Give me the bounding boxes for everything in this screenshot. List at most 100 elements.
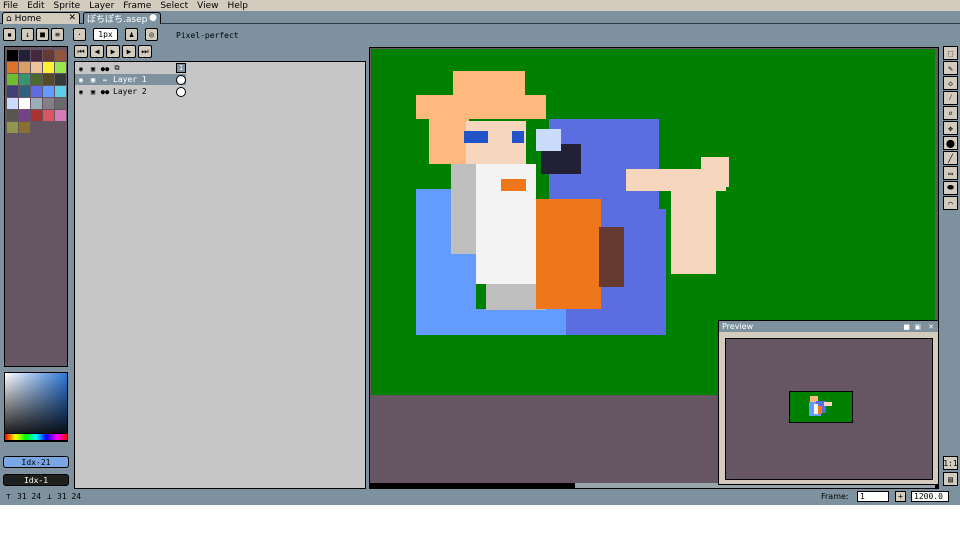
palette-swatch[interactable]: [31, 62, 42, 73]
preview-title[interactable]: Preview ■ ▣ ✕: [719, 321, 938, 332]
modified-dot-icon[interactable]: ●: [149, 13, 157, 23]
background-color-button[interactable]: Idx-1: [3, 474, 69, 486]
next-frame-button[interactable]: ▶: [122, 45, 136, 58]
layer-row-layer-1[interactable]: ◉ ▣ ↔ Layer 1: [75, 74, 186, 85]
pin-icon[interactable]: ■: [903, 323, 910, 331]
hue-slider[interactable]: [4, 433, 68, 441]
palette-swatch[interactable]: [19, 62, 30, 73]
palette-swatch[interactable]: [19, 98, 30, 109]
lock-icon[interactable]: ▣: [87, 86, 99, 97]
palette-swatch[interactable]: [43, 98, 54, 109]
palette-swatch[interactable]: [7, 86, 18, 97]
palette-swatch[interactable]: [31, 98, 42, 109]
palette-swatch[interactable]: [43, 50, 54, 61]
eye-icon[interactable]: ◉: [75, 63, 87, 74]
layer-row-layer-2[interactable]: ◉ ▣ ●● Layer 2: [75, 86, 186, 97]
last-frame-button[interactable]: ⏭: [138, 45, 152, 58]
lock-icon[interactable]: ▣: [87, 63, 99, 74]
cel-layer-2[interactable]: [176, 87, 186, 97]
palette-swatch[interactable]: [55, 62, 66, 73]
timeline-toggle-icon[interactable]: ▤: [943, 472, 958, 486]
palette-swatch[interactable]: [43, 86, 54, 97]
color-spectrum[interactable]: [4, 372, 68, 442]
preview-window[interactable]: Preview ■ ▣ ✕: [718, 320, 939, 485]
palette-swatch[interactable]: [31, 50, 42, 61]
menu-help[interactable]: Help: [227, 1, 248, 11]
lock-icon[interactable]: ▣: [87, 74, 99, 85]
ellipse-tool-icon[interactable]: ⬬: [943, 181, 958, 195]
menu-sprite[interactable]: Sprite: [54, 1, 81, 11]
palette-swatch[interactable]: [19, 86, 30, 97]
menu-layer[interactable]: Layer: [89, 1, 114, 11]
palette-swatch[interactable]: [43, 74, 54, 85]
eraser-tool-icon[interactable]: ◇: [943, 76, 958, 90]
previous-frame-button[interactable]: ◀: [90, 45, 104, 58]
palette-swatch[interactable]: [55, 50, 66, 61]
palette-swatch[interactable]: [55, 74, 66, 85]
ink-icon[interactable]: ♟: [125, 28, 138, 41]
palette-swatch[interactable]: [7, 74, 18, 85]
palette-swatch[interactable]: [31, 86, 42, 97]
palette-swatch[interactable]: [7, 62, 18, 73]
move-tool-icon[interactable]: ✥: [943, 121, 958, 135]
tab-home[interactable]: ⌂ Home ✕: [2, 12, 80, 24]
pixel-perfect-label[interactable]: Pixel-perfect: [176, 31, 239, 40]
add-frame-icon[interactable]: +: [895, 491, 906, 502]
preview-viewport[interactable]: [725, 338, 933, 480]
menu-select[interactable]: Select: [160, 1, 188, 11]
layers-icon[interactable]: ⧉: [111, 63, 123, 74]
square-icon[interactable]: ■: [36, 28, 49, 41]
link-icon[interactable]: ●●: [99, 63, 111, 74]
eye-icon[interactable]: ◉: [75, 74, 87, 85]
play-button[interactable]: ▶: [106, 45, 120, 58]
first-frame-button[interactable]: ⏮: [74, 45, 88, 58]
continuous-icon[interactable]: ●●: [99, 86, 111, 97]
blur-tool-icon[interactable]: ⌒: [943, 196, 958, 210]
zoom-tool-icon[interactable]: ⌕: [943, 106, 958, 120]
palette-swatch[interactable]: [55, 110, 66, 121]
menu-file[interactable]: File: [3, 1, 18, 11]
palette-swatch[interactable]: [31, 110, 42, 121]
layer-row-group[interactable]: ◉ ▣ ●● ⧉: [75, 63, 186, 74]
palette-swatch[interactable]: [19, 74, 30, 85]
menu-icon[interactable]: ≡: [51, 28, 64, 41]
maximize-icon[interactable]: ▣: [914, 323, 921, 331]
continuous-icon[interactable]: ↔: [99, 74, 111, 85]
palette-swatch[interactable]: [55, 98, 66, 109]
palette-swatch[interactable]: [43, 110, 54, 121]
close-icon[interactable]: ✕: [68, 13, 76, 23]
palette-swatch[interactable]: [7, 98, 18, 109]
palette-swatch[interactable]: [19, 50, 30, 61]
rectangle-tool-icon[interactable]: ▭: [943, 166, 958, 180]
tab-file[interactable]: ぽちぽち.asep ●: [83, 12, 161, 25]
zoom-1to1-icon[interactable]: 1:1: [943, 456, 958, 470]
palette-swatch[interactable]: [55, 86, 66, 97]
palette-swatch[interactable]: [43, 62, 54, 73]
menu-frame[interactable]: Frame: [123, 1, 151, 11]
foreground-color-button[interactable]: Idx-21: [3, 456, 69, 468]
brush-type-button[interactable]: ·: [73, 28, 86, 41]
close-icon[interactable]: ✕: [928, 323, 934, 331]
palette-swatch[interactable]: [19, 110, 30, 121]
marquee-tool-icon[interactable]: ⬚: [943, 46, 958, 60]
menu-edit[interactable]: Edit: [27, 1, 44, 11]
download-icon[interactable]: ↓: [21, 28, 34, 41]
eye-icon[interactable]: ◉: [75, 86, 87, 97]
menu-view[interactable]: View: [197, 1, 218, 11]
palette-swatch[interactable]: [7, 50, 18, 61]
frame-header[interactable]: 1: [176, 63, 186, 73]
palette-swatch[interactable]: [19, 122, 30, 133]
fill-tool-icon[interactable]: ⬤: [943, 136, 958, 150]
palette-swatch[interactable]: [7, 122, 18, 133]
palette-swatch[interactable]: [7, 110, 18, 121]
zoom-field[interactable]: 1200.0: [911, 491, 949, 502]
opacity-icon[interactable]: ◎: [145, 28, 158, 41]
eyedropper-tool-icon[interactable]: ⁄: [943, 91, 958, 105]
cel-layer-1[interactable]: [176, 75, 186, 85]
pencil-tool-icon[interactable]: ✎: [943, 61, 958, 75]
lock-icon[interactable]: ▪: [3, 28, 16, 41]
brush-size-field[interactable]: 1px: [93, 28, 118, 41]
palette-swatch[interactable]: [31, 74, 42, 85]
line-tool-icon[interactable]: ╱: [943, 151, 958, 165]
frame-input[interactable]: 1: [857, 491, 889, 502]
